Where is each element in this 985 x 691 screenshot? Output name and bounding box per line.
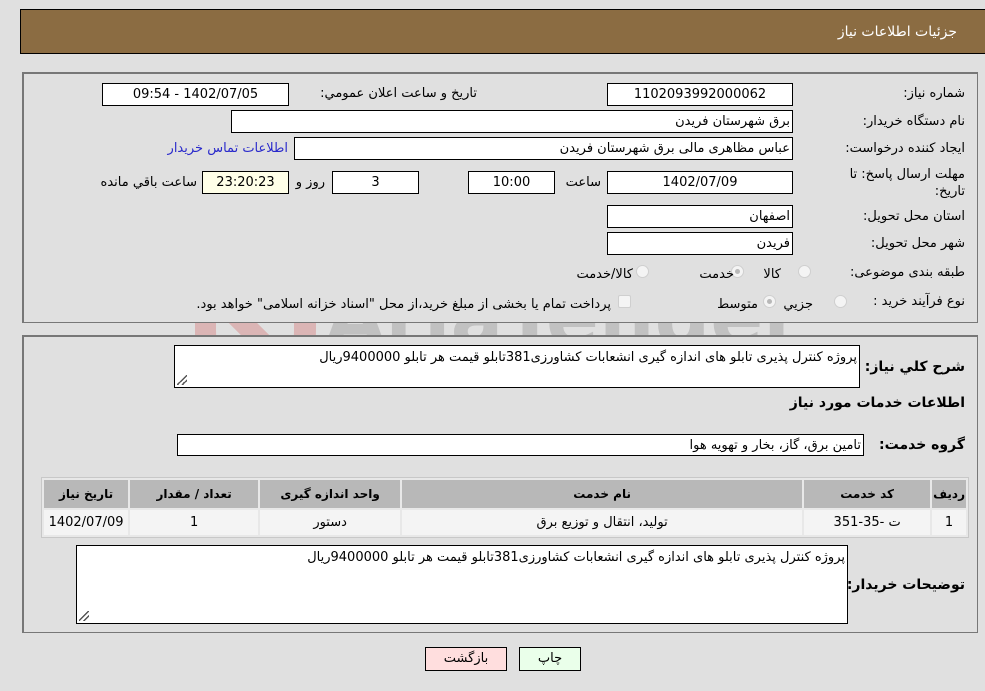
services-title: اطلاعات خدمات مورد نیاز	[789, 395, 965, 411]
back-button[interactable]: بازگشت	[425, 647, 507, 671]
category-option-goods: کالا	[763, 267, 781, 282]
page-title: جزئیات اطلاعات نیاز	[837, 24, 957, 40]
deadline-time-field[interactable]: 10:00	[468, 171, 555, 194]
creator-label: ایجاد کننده درخواست:	[845, 141, 965, 156]
treasury-checkbox[interactable]	[618, 295, 631, 308]
remaining-time-field: 23:20:23	[202, 171, 289, 194]
description-label: شرح کلي نیاز:	[864, 359, 965, 375]
col-quantity: تعداد / مقدار	[130, 480, 259, 508]
treasury-note: پرداخت تمام یا بخشی از مبلغ خرید،از محل …	[196, 297, 611, 312]
resize-grip-icon[interactable]	[79, 611, 89, 621]
cell-row-number: 1	[932, 510, 966, 535]
purchase-option-minor: جزيي	[783, 297, 813, 312]
table-header-row: ردیف کد خدمت نام خدمت واحد اندازه گیری ت…	[44, 480, 966, 508]
buyer-org-field[interactable]: برق شهرستان فریدن	[231, 110, 793, 133]
services-table: ردیف کد خدمت نام خدمت واحد اندازه گیری ت…	[41, 477, 969, 538]
need-number-field[interactable]: 1102093992000062	[607, 83, 793, 106]
cell-service-name: تولید، انتقال و توزیع برق	[402, 510, 803, 535]
city-field[interactable]: فریدن	[607, 232, 793, 255]
service-group-label: گروه خدمت:	[879, 437, 965, 453]
purchase-radio-minor[interactable]	[834, 295, 847, 308]
remaining-label: ساعت باقي مانده	[100, 175, 197, 190]
description-text: پروژه کنترل پذیری تابلو های اندازه گیری …	[319, 350, 857, 365]
city-label: شهر محل تحویل:	[870, 236, 965, 251]
buyer-notes-textarea[interactable]: پروژه کنترل پذیری تابلو های اندازه گیری …	[76, 545, 848, 624]
cell-service-code: ت -35-351	[804, 510, 931, 535]
days-label: روز و	[295, 175, 325, 190]
service-group-field[interactable]: تامین برق، گاز، بخار و تهویه هوا	[177, 434, 864, 456]
announce-datetime-field[interactable]: 1402/07/05 - 09:54	[102, 83, 289, 106]
remaining-days-field[interactable]: 3	[332, 171, 419, 194]
need-details-panel: شرح کلي نیاز: پروژه کنترل پذیری تابلو ها…	[22, 335, 978, 633]
col-unit: واحد اندازه گیری	[260, 480, 401, 508]
buyer-org-label: نام دستگاه خریدار:	[862, 114, 965, 129]
category-label: طبقه بندی موضوعی:	[849, 265, 965, 280]
category-option-service: خدمت	[699, 267, 734, 282]
province-label: استان محل تحویل:	[863, 209, 965, 224]
deadline-label: مهلت ارسال پاسخ: تا تاریخ:	[849, 167, 965, 199]
creator-field[interactable]: عباس مظاهری مالی برق شهرستان فریدن	[294, 137, 793, 160]
category-radio-goods[interactable]	[798, 265, 811, 278]
category-radio-goods-service[interactable]	[636, 265, 649, 278]
print-button[interactable]: چاپ	[519, 647, 581, 671]
deadline-date-field[interactable]: 1402/07/09	[607, 171, 793, 194]
buyer-notes-label: توضیحات خریدار:	[846, 577, 965, 593]
table-row: 1 ت -35-351 تولید، انتقال و توزیع برق دس…	[44, 510, 966, 535]
cell-unit: دستور	[260, 510, 401, 535]
col-service-code: کد خدمت	[804, 480, 931, 508]
cell-need-date: 1402/07/09	[44, 510, 129, 535]
buyer-contact-link[interactable]: اطلاعات تماس خریدار	[168, 141, 288, 156]
purchase-radio-medium[interactable]	[763, 295, 776, 308]
deadline-time-label: ساعت	[565, 175, 601, 190]
announce-label: تاریخ و ساعت اعلان عمومي:	[320, 86, 477, 101]
category-option-goods-service: کالا/خدمت	[576, 267, 633, 282]
province-field[interactable]: اصفهان	[607, 205, 793, 228]
cell-quantity: 1	[130, 510, 259, 535]
buyer-notes-text: پروژه کنترل پذیری تابلو های اندازه گیری …	[307, 550, 845, 565]
page-header: جزئیات اطلاعات نیاز	[20, 9, 985, 54]
resize-grip-icon[interactable]	[177, 375, 187, 385]
col-row-number: ردیف	[932, 480, 966, 508]
need-info-panel: شماره نیاز: 1102093992000062 تاریخ و ساع…	[22, 72, 978, 323]
description-textarea[interactable]: پروژه کنترل پذیری تابلو های اندازه گیری …	[174, 345, 860, 388]
col-service-name: نام خدمت	[402, 480, 803, 508]
purchase-option-medium: متوسط	[717, 297, 758, 312]
purchase-type-label: نوع فرآیند خرید :	[873, 294, 965, 309]
col-need-date: تاریخ نیاز	[44, 480, 129, 508]
need-number-label: شماره نیاز:	[903, 86, 965, 101]
